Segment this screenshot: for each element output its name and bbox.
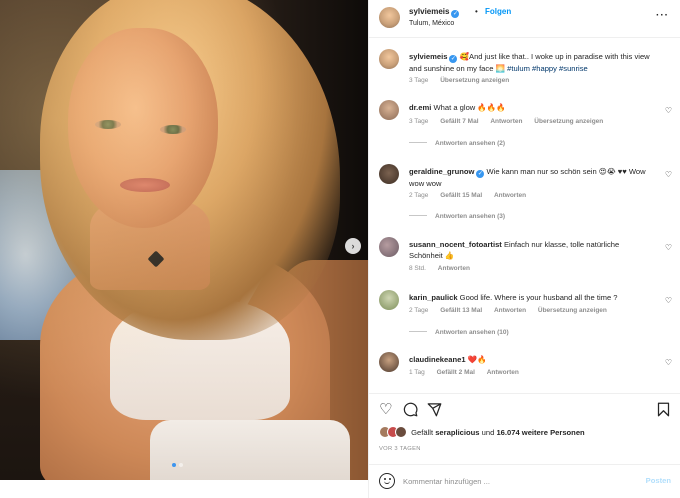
caption-hashtags[interactable]: #tulum #happy #sunrise bbox=[507, 64, 588, 73]
reply-link[interactable]: Antworten bbox=[487, 369, 519, 376]
carousel-dots bbox=[172, 463, 183, 467]
comments-list: sylviemeis ✓ 🥰And just like that.. I woke… bbox=[369, 38, 680, 393]
translate-link[interactable]: Übersetzung anzeigen bbox=[440, 77, 509, 84]
avatar[interactable] bbox=[379, 290, 399, 310]
avatar[interactable] bbox=[379, 164, 399, 184]
caption-username[interactable]: sylviemeis bbox=[409, 52, 447, 61]
post-side-panel: sylviemeis ✓ • Folgen Tulum, México ··· s… bbox=[368, 0, 680, 498]
translate-link[interactable]: Übersetzung anzeigen bbox=[534, 118, 603, 125]
verified-badge-icon: ✓ bbox=[451, 10, 460, 18]
caption-time[interactable]: 3 Tage bbox=[409, 77, 428, 84]
comment-text: ❤️🔥 bbox=[467, 355, 487, 364]
comment-meta: 3 Tage Gefällt 7 Mal Antworten Übersetzu… bbox=[409, 118, 613, 125]
comment-meta: 2 Tage Gefällt 15 Mal Antworten bbox=[409, 192, 536, 199]
heart-outline-icon[interactable]: ♡ bbox=[665, 243, 672, 252]
translate-link[interactable]: Übersetzung anzeigen bbox=[538, 307, 607, 314]
comment-username[interactable]: dr.emi bbox=[409, 103, 431, 112]
likes-prefix: Gefällt bbox=[411, 428, 434, 437]
verified-badge-icon: ✓ bbox=[476, 170, 485, 178]
follow-button[interactable]: Folgen bbox=[485, 7, 511, 16]
liker-avatars[interactable] bbox=[379, 426, 409, 438]
more-options-icon[interactable]: ··· bbox=[656, 10, 669, 21]
avatar[interactable] bbox=[379, 49, 399, 69]
post-photo[interactable] bbox=[0, 0, 368, 480]
comment-time[interactable]: 3 Tage bbox=[409, 118, 428, 125]
author-username[interactable]: sylviemeis bbox=[409, 7, 449, 16]
avatar[interactable] bbox=[379, 237, 399, 257]
comment-time[interactable]: 2 Tage bbox=[409, 192, 428, 199]
chevron-right-icon: › bbox=[351, 241, 355, 251]
carousel-dot bbox=[179, 463, 183, 467]
comment-username[interactable]: geraldine_grunow bbox=[409, 167, 474, 176]
emoji-icon[interactable] bbox=[379, 473, 395, 489]
liker-username[interactable]: seraplicious bbox=[435, 428, 479, 437]
post-comment-button[interactable]: Posten bbox=[646, 476, 671, 485]
view-replies-link[interactable]: Antworten ansehen (2) bbox=[409, 140, 505, 147]
verified-badge-icon: ✓ bbox=[449, 55, 458, 63]
share-icon[interactable] bbox=[427, 402, 442, 420]
likes-connector: und bbox=[481, 428, 495, 437]
post-age[interactable]: VOR 3 TAGEN bbox=[379, 446, 421, 452]
comment-box: Posten bbox=[369, 464, 680, 498]
comment-likes[interactable]: Gefällt 15 Mal bbox=[440, 192, 482, 199]
reply-link[interactable]: Antworten bbox=[438, 265, 470, 272]
comment-meta: 1 Tag Gefällt 2 Mal Antworten bbox=[409, 369, 529, 376]
action-bar: ♡ bbox=[369, 393, 680, 425]
reply-link[interactable]: Antworten bbox=[494, 307, 526, 314]
avatar bbox=[395, 426, 407, 438]
comment-input[interactable] bbox=[403, 474, 633, 488]
carousel-dot bbox=[172, 463, 176, 467]
avatar[interactable] bbox=[379, 100, 399, 120]
comment-time[interactable]: 1 Tag bbox=[409, 369, 425, 376]
reply-link[interactable]: Antworten bbox=[494, 192, 526, 199]
avatar[interactable] bbox=[379, 7, 400, 28]
comment-text: What a glow 🔥🔥🔥 bbox=[433, 103, 506, 112]
heart-outline-icon[interactable]: ♡ bbox=[665, 106, 672, 115]
comment-meta: 2 Tage Gefällt 13 Mal Antworten Übersetz… bbox=[409, 307, 617, 314]
heart-outline-icon[interactable]: ♡ bbox=[379, 402, 392, 417]
comment-username[interactable]: claudinekeane1 bbox=[409, 355, 466, 364]
comment-likes[interactable]: Gefällt 13 Mal bbox=[440, 307, 482, 314]
comment-likes[interactable]: Gefällt 7 Mal bbox=[440, 118, 478, 125]
post-header: sylviemeis ✓ • Folgen Tulum, México ··· bbox=[369, 0, 680, 38]
heart-outline-icon[interactable]: ♡ bbox=[665, 170, 672, 179]
heart-outline-icon[interactable]: ♡ bbox=[665, 296, 672, 305]
view-replies-link[interactable]: Antworten ansehen (10) bbox=[409, 329, 509, 336]
heart-outline-icon[interactable]: ♡ bbox=[665, 358, 672, 367]
comment-meta: 8 Std. Antworten bbox=[409, 265, 480, 272]
photo-sun-glow bbox=[0, 0, 368, 480]
avatar[interactable] bbox=[379, 352, 399, 372]
caption-meta: 3 Tage Übersetzung anzeigen bbox=[409, 77, 519, 84]
likes-summary: Gefällt seraplicious und 16.074 weitere … bbox=[379, 426, 679, 438]
location-link[interactable]: Tulum, México bbox=[409, 20, 454, 27]
reply-link[interactable]: Antworten bbox=[490, 118, 522, 125]
comment-time[interactable]: 2 Tage bbox=[409, 307, 428, 314]
next-photo-button[interactable]: › bbox=[345, 238, 361, 254]
comment-icon[interactable] bbox=[403, 402, 418, 420]
likes-count[interactable]: 16.074 weitere Personen bbox=[496, 428, 584, 437]
view-replies-link[interactable]: Antworten ansehen (3) bbox=[409, 213, 505, 220]
bookmark-icon[interactable] bbox=[657, 402, 670, 420]
comment-text: Good life. Where is your husband all the… bbox=[459, 293, 618, 302]
separator-dot: • bbox=[475, 7, 478, 16]
comment-username[interactable]: karin_paulick bbox=[409, 293, 458, 302]
comment-time[interactable]: 8 Std. bbox=[409, 265, 426, 272]
comment-username[interactable]: susann_nocent_fotoartist bbox=[409, 240, 502, 249]
comment-likes[interactable]: Gefällt 2 Mal bbox=[437, 369, 475, 376]
